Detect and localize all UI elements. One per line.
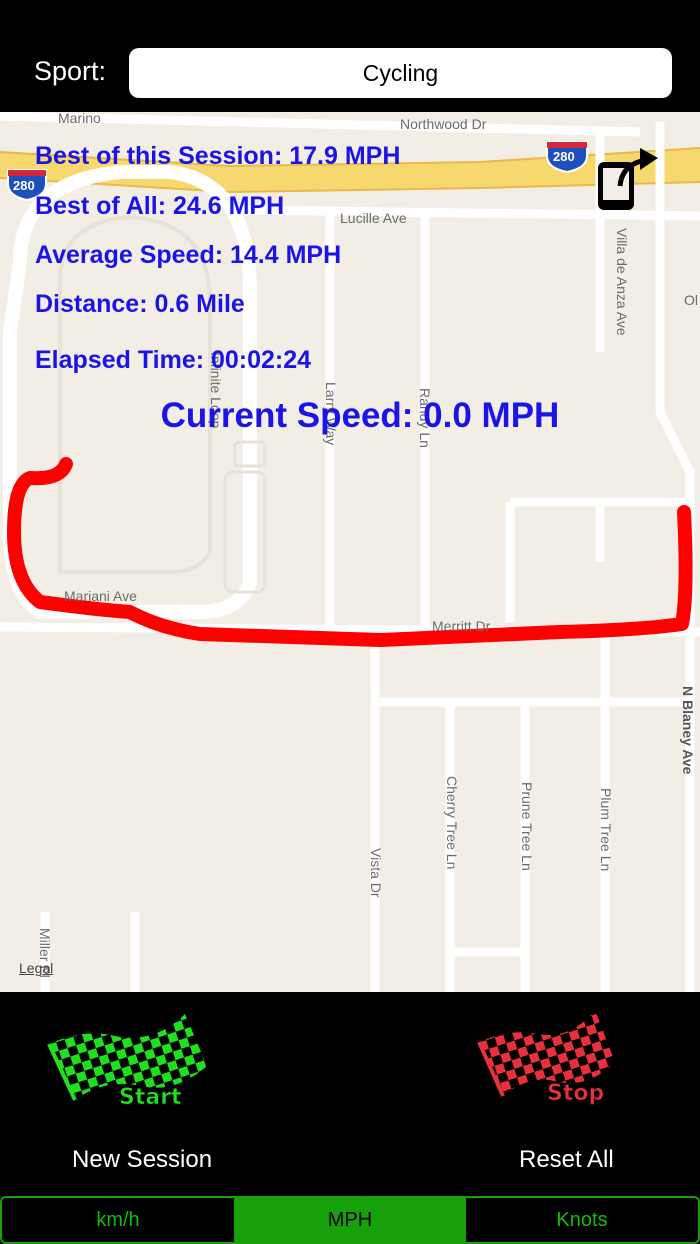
best-session-stat: Best of this Session: 17.9 MPH [35, 142, 401, 170]
unit-mph-segment[interactable]: MPH [234, 1198, 466, 1242]
start-flag-icon: Start [47, 1014, 207, 1110]
share-phone-icon [598, 148, 658, 210]
sport-label: Sport: [34, 56, 107, 86]
street-label-villa: Villa de Anza Ave [614, 228, 630, 336]
start-flag-text: Start [119, 1085, 182, 1110]
route-path [7, 457, 693, 647]
stop-flag-icon: Stop [477, 1010, 615, 1106]
street-label-cherry: Cherry Tree Ln [444, 776, 460, 870]
start-button[interactable]: Start [45, 1008, 235, 1113]
shield-left-label: 280 [13, 178, 35, 193]
street-label-ol: Ol [684, 292, 698, 308]
elapsed-time-stat: Elapsed Time: 00:02:24 [35, 346, 312, 374]
street-label-northwood: Northwood Dr [400, 116, 487, 132]
street-label-plum: Plum Tree Ln [598, 788, 614, 872]
stop-button[interactable]: Stop [475, 1006, 645, 1111]
best-all-stat: Best of All: 24.6 MPH [35, 192, 285, 220]
unit-segmented-control: km/h MPH Knots [0, 1196, 700, 1244]
stop-flag-text: Stop [547, 1081, 604, 1106]
share-button[interactable] [594, 142, 664, 214]
street-label-lucille: Lucille Ave [340, 210, 407, 226]
sport-select[interactable]: Cycling [129, 48, 672, 98]
distance-stat: Distance: 0.6 Mile [35, 290, 245, 318]
street-label-mariani: Mariani Ave [64, 588, 137, 604]
new-session-button[interactable]: New Session [72, 1146, 212, 1174]
legal-link[interactable]: Legal [19, 960, 53, 976]
reset-all-button[interactable]: Reset All [519, 1146, 614, 1174]
unit-knots-segment[interactable]: Knots [466, 1198, 698, 1242]
current-speed-stat: Current Speed: 0.0 MPH [160, 396, 560, 435]
street-label-prune: Prune Tree Ln [519, 782, 535, 871]
average-speed-stat: Average Speed: 14.4 MPH [35, 241, 342, 269]
unit-kmh-segment[interactable]: km/h [2, 1198, 234, 1242]
map-view[interactable]: 280 280 Northwood Dr Marino Lucille Ave … [0, 112, 700, 992]
street-label-marino: Marino [58, 112, 101, 126]
street-label-vista: Vista Dr [368, 848, 384, 898]
street-label-blaney: N Blaney Ave [680, 686, 696, 775]
street-label-merritt: Merritt Dr [432, 618, 491, 634]
shield-right-label: 280 [553, 149, 575, 164]
